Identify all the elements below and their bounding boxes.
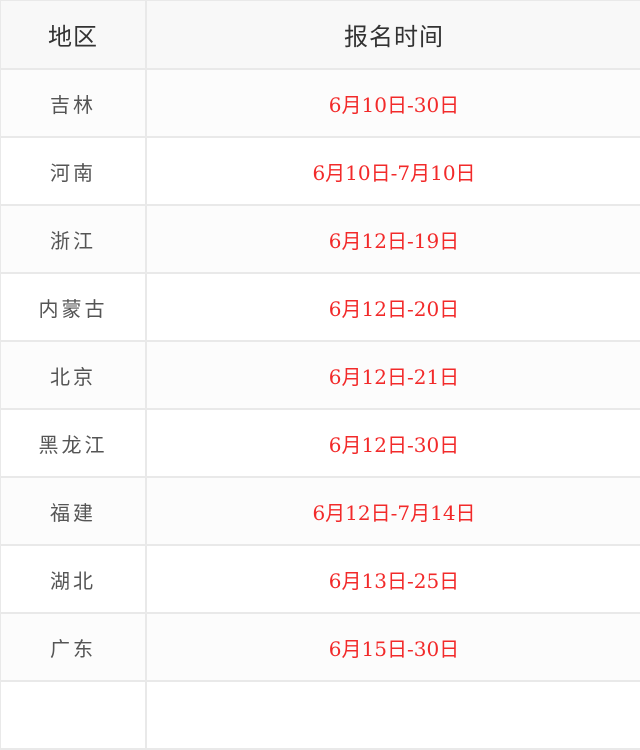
region-cell: 广东 (0, 612, 147, 682)
region-cell: 湖北 (0, 544, 147, 614)
date-cell: 6月12日-20日 (145, 272, 640, 342)
registration-schedule-table: 地区 报名时间 吉林 6月10日-30日 河南 6月10日-7月10日 浙江 6… (0, 0, 640, 750)
table-row (0, 680, 640, 750)
region-cell: 内蒙古 (0, 272, 147, 342)
region-cell: 吉林 (0, 68, 147, 138)
column-header-region: 地区 (0, 0, 147, 70)
table-row: 广东 6月15日-30日 (0, 612, 640, 682)
table-row: 浙江 6月12日-19日 (0, 204, 640, 274)
date-cell: 6月10日-7月10日 (145, 136, 640, 206)
region-cell: 河南 (0, 136, 147, 206)
table-row: 北京 6月12日-21日 (0, 340, 640, 410)
date-cell: 6月10日-30日 (145, 68, 640, 138)
date-cell (145, 680, 640, 750)
column-header-registration-time: 报名时间 (145, 0, 640, 70)
table-row: 内蒙古 6月12日-20日 (0, 272, 640, 342)
date-cell: 6月12日-19日 (145, 204, 640, 274)
region-cell: 浙江 (0, 204, 147, 274)
table-row: 福建 6月12日-7月14日 (0, 476, 640, 546)
table-row: 湖北 6月13日-25日 (0, 544, 640, 614)
region-cell (0, 680, 147, 750)
date-cell: 6月12日-21日 (145, 340, 640, 410)
table-row: 吉林 6月10日-30日 (0, 68, 640, 138)
table-header-row: 地区 报名时间 (0, 0, 640, 70)
table-row: 黑龙江 6月12日-30日 (0, 408, 640, 478)
date-cell: 6月12日-7月14日 (145, 476, 640, 546)
region-cell: 黑龙江 (0, 408, 147, 478)
date-cell: 6月12日-30日 (145, 408, 640, 478)
table-row: 河南 6月10日-7月10日 (0, 136, 640, 206)
date-cell: 6月15日-30日 (145, 612, 640, 682)
date-cell: 6月13日-25日 (145, 544, 640, 614)
region-cell: 北京 (0, 340, 147, 410)
region-cell: 福建 (0, 476, 147, 546)
